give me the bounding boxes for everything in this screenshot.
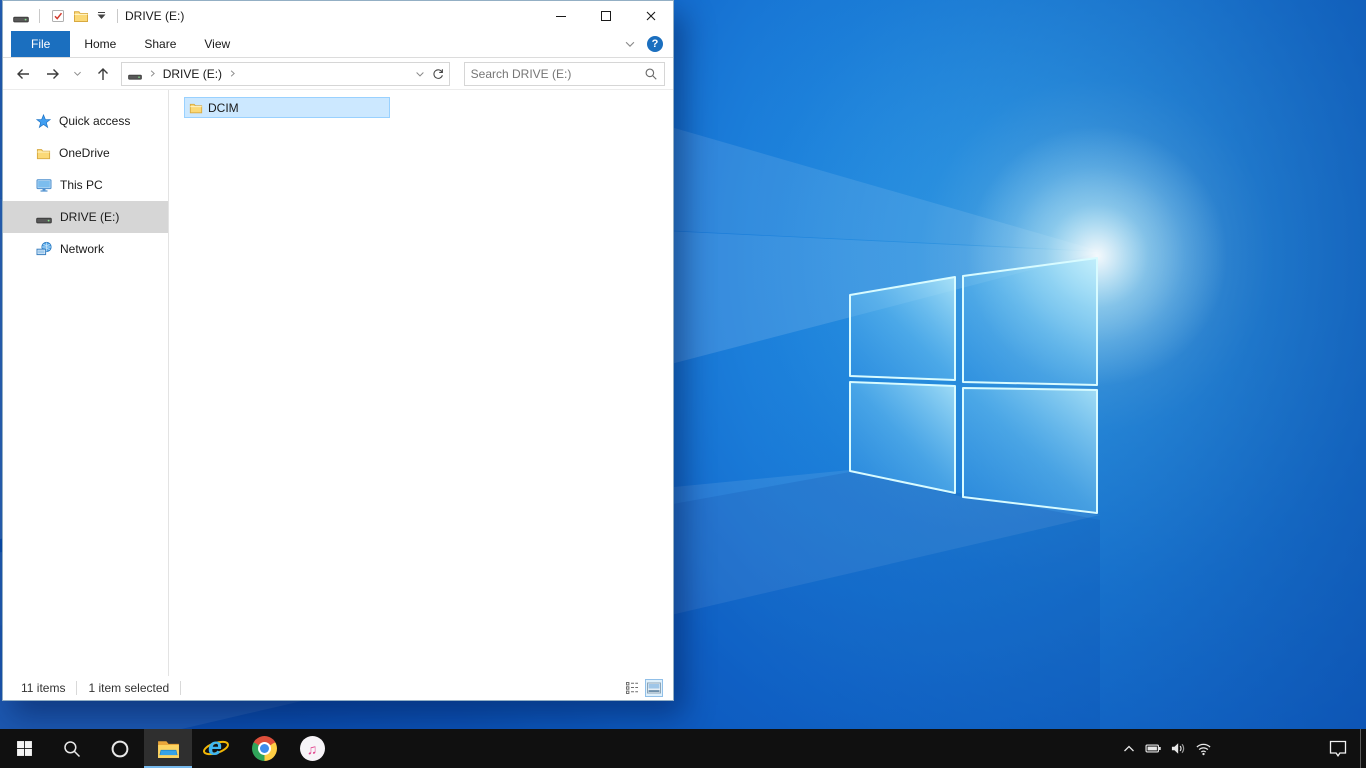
title-bar[interactable]: DRIVE (E:) xyxy=(3,1,673,31)
folder-icon xyxy=(189,101,203,115)
taskbar: e ♫ xyxy=(0,729,1366,768)
wifi-icon[interactable] xyxy=(1191,729,1216,768)
selection-count: 1 item selected xyxy=(88,681,170,695)
ribbon-tabs: File Home Share View ? xyxy=(3,31,673,58)
toolbar-separator xyxy=(39,9,40,23)
sidebar-item-onedrive[interactable]: OneDrive xyxy=(3,137,168,169)
up-button[interactable] xyxy=(91,62,115,86)
internet-explorer-logo: e xyxy=(202,733,230,762)
battery-icon[interactable] xyxy=(1141,729,1166,768)
sidebar-item-network[interactable]: Network xyxy=(3,233,168,265)
taskbar-file-explorer-icon[interactable] xyxy=(144,729,192,768)
drive-icon xyxy=(13,8,29,24)
tab-share[interactable]: Share xyxy=(130,31,190,57)
taskbar-search-icon[interactable] xyxy=(48,729,96,768)
maximize-button[interactable] xyxy=(583,1,628,31)
tab-home[interactable]: Home xyxy=(70,31,130,57)
breadcrumb-drive[interactable]: DRIVE (E:) xyxy=(163,67,222,81)
recent-locations-chevron-icon[interactable] xyxy=(71,62,85,86)
refresh-icon[interactable] xyxy=(431,67,445,81)
customize-toolbar-chevron-icon[interactable] xyxy=(96,12,107,20)
tab-view[interactable]: View xyxy=(190,31,244,57)
address-bar[interactable]: DRIVE (E:) xyxy=(120,61,450,86)
sidebar-item-label: Quick access xyxy=(59,114,131,128)
chrome-logo xyxy=(251,736,277,761)
taskbar-chrome-icon[interactable] xyxy=(240,729,288,768)
sidebar-item-label: OneDrive xyxy=(59,146,110,160)
taskbar-internet-explorer-icon[interactable]: e xyxy=(192,729,240,768)
sidebar-item-this-pc[interactable]: This PC xyxy=(3,169,168,201)
expand-ribbon-chevron-icon[interactable] xyxy=(623,37,637,51)
properties-button[interactable] xyxy=(50,8,66,24)
navigation-pane: Quick access OneDrive This PC DRIVE (E:)… xyxy=(3,90,169,676)
file-list[interactable]: DCIM xyxy=(169,90,673,676)
sidebar-item-label: DRIVE (E:) xyxy=(60,210,120,224)
sidebar-item-quick-access[interactable]: Quick access xyxy=(3,105,168,137)
tab-file[interactable]: File xyxy=(11,31,71,57)
drive-icon xyxy=(36,209,52,225)
sidebar-item-label: This PC xyxy=(60,178,103,192)
star-icon xyxy=(36,114,51,129)
search-box xyxy=(463,61,665,86)
search-input[interactable] xyxy=(470,66,644,81)
quick-access-toolbar xyxy=(3,8,121,24)
status-separator xyxy=(76,681,78,695)
new-folder-button[interactable] xyxy=(73,8,89,24)
hidden-icons-chevron-icon[interactable] xyxy=(1116,729,1141,768)
drive-icon xyxy=(128,67,142,81)
explorer-window: DRIVE (E:) File Home Share View ? DRIVE … xyxy=(2,0,674,701)
action-center-icon[interactable] xyxy=(1316,729,1360,768)
navigation-bar: DRIVE (E:) xyxy=(3,58,673,90)
forward-button[interactable] xyxy=(41,62,65,86)
help-button[interactable]: ? xyxy=(647,36,663,52)
file-item-dcim[interactable]: DCIM xyxy=(184,97,390,118)
status-bar: 11 items 1 item selected xyxy=(3,676,673,700)
itunes-logo: ♫ xyxy=(299,736,325,761)
sidebar-item-label: Network xyxy=(60,242,105,256)
file-name: DCIM xyxy=(208,100,239,115)
cortana-icon[interactable] xyxy=(96,729,144,768)
show-desktop-button[interactable] xyxy=(1360,729,1366,768)
taskbar-empty-area xyxy=(336,729,1116,768)
taskbar-itunes-icon[interactable]: ♫ xyxy=(288,729,336,768)
folder-icon xyxy=(36,146,51,161)
sidebar-item-drive-e[interactable]: DRIVE (E:) xyxy=(3,201,168,233)
window-title: DRIVE (E:) xyxy=(125,9,185,23)
window-controls xyxy=(538,1,673,31)
address-dropdown-chevron-icon[interactable] xyxy=(414,68,426,80)
toolbar-separator xyxy=(117,9,118,23)
start-button[interactable] xyxy=(0,729,48,768)
network-icon xyxy=(36,241,52,257)
volume-icon[interactable] xyxy=(1166,729,1191,768)
minimize-button[interactable] xyxy=(538,1,583,31)
monitor-icon xyxy=(36,177,52,193)
details-view-icon[interactable] xyxy=(623,679,641,697)
status-separator xyxy=(180,681,182,695)
items-count: 11 items xyxy=(21,681,66,695)
chevron-right-icon xyxy=(147,68,158,79)
close-button[interactable] xyxy=(628,1,673,31)
search-icon[interactable] xyxy=(644,67,658,81)
large-thumbnails-view-icon[interactable] xyxy=(645,679,663,697)
chevron-right-icon xyxy=(227,68,238,79)
back-button[interactable] xyxy=(11,62,35,86)
